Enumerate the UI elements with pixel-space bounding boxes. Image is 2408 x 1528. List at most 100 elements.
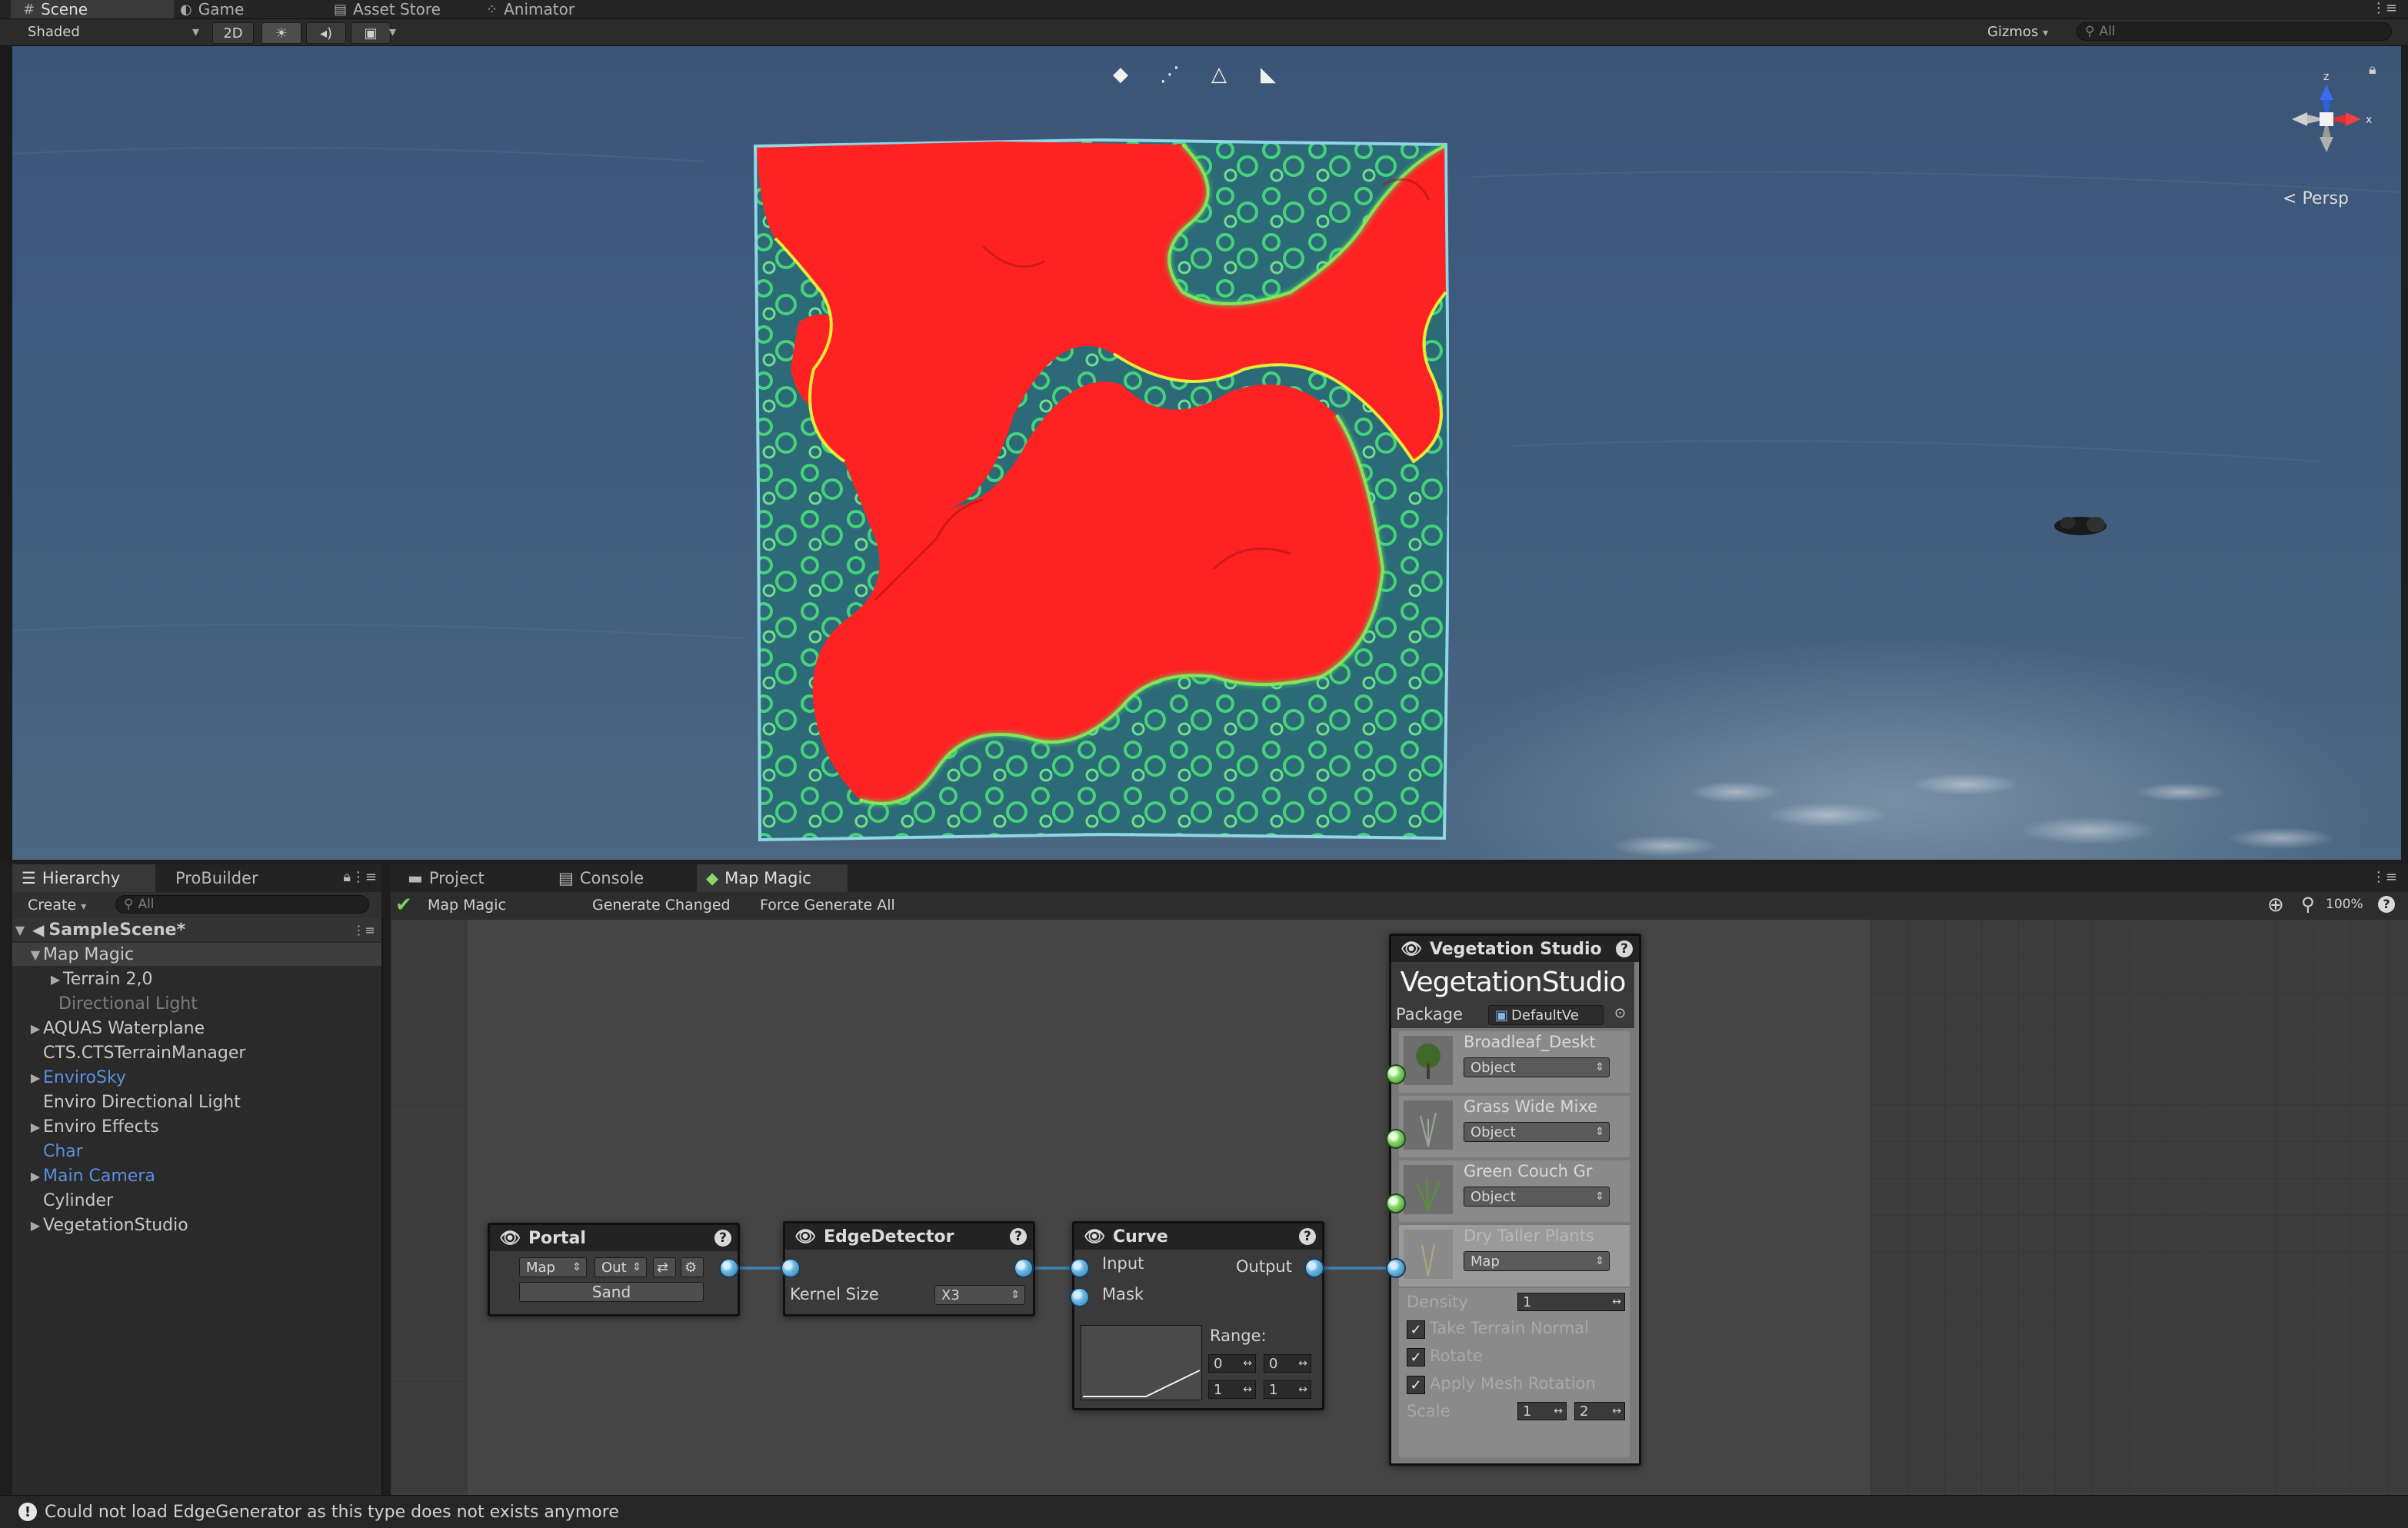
expand-triangle-icon[interactable]: ▼ [28,947,43,962]
hierarchy-item-terrain[interactable]: ▶ Terrain 2,0 [12,967,381,990]
rotate-checkbox[interactable]: ✓ [1407,1348,1425,1367]
tab-menu-icon[interactable]: ⋮≡ [2372,0,2397,16]
range-min-x-field[interactable]: 0 ↔ [1208,1354,1256,1373]
hierarchy-item-char[interactable]: ▶ Char [12,1140,381,1163]
shading-mode-dropdown[interactable]: Shaded [28,24,80,40]
effects-chevron-icon[interactable]: ▾ [389,24,396,40]
veg-item-mode-dropdown[interactable]: Map ⇕ [1464,1251,1610,1271]
veg-item-broadleaf[interactable]: Broadleaf_Deskt Object ⇕ [1399,1031,1630,1093]
edge-icon[interactable]: △ [1206,62,1232,88]
projection-toggle[interactable]: < Persp [2283,189,2349,208]
portal-name-button[interactable]: Sand [519,1282,704,1302]
edge-detector-output-port[interactable] [1014,1258,1034,1278]
hierarchy-item-map-magic[interactable]: ▼ Map Magic [12,943,381,966]
panel-menu-icon[interactable]: ⋮≡ [2372,869,2397,885]
edge-detector-input-port[interactable] [781,1258,801,1278]
range-max-y-field[interactable]: 1 ↔ [1264,1380,1311,1399]
portal-node[interactable]: 👁︎ Portal ? Map ⇕ Out ⇕ ⇄ ⚙ Sand [488,1223,740,1317]
face-icon[interactable]: ◣ [1255,62,1281,88]
veg-item-mode-dropdown[interactable]: Object ⇕ [1464,1122,1610,1142]
veg-item-mode-dropdown[interactable]: Object ⇕ [1464,1187,1610,1207]
tab-console[interactable]: ▤ Console [549,864,653,892]
portal-switch-button[interactable]: ⇄ [653,1257,676,1277]
status-bar[interactable]: ! Could not load EdgeGenerator as this t… [0,1495,2408,1528]
vegetation-studio-node[interactable]: 👁︎ Vegetation Studio ? VegetationStudio … [1389,934,1641,1466]
range-max-x-field[interactable]: 1 ↔ [1208,1380,1256,1399]
veg-item-port-grass-wide[interactable] [1386,1129,1406,1149]
tab-asset-store[interactable]: ▤ Asset Store [334,0,441,18]
curve-node[interactable]: 👁︎ Curve ? Input Output Mask Range: 0 ↔ … [1072,1221,1324,1410]
hierarchy-item-enviro-directional-light[interactable]: ▶ Enviro Directional Light [12,1090,381,1114]
eye-icon[interactable]: 👁︎ [499,1229,521,1248]
kernel-size-dropdown[interactable]: X3 ⇕ [934,1285,1025,1305]
veg-item-grass-wide[interactable]: Grass Wide Mixe Object ⇕ [1399,1096,1630,1157]
portal-node-header[interactable]: 👁︎ Portal [490,1225,738,1251]
curve-input-port[interactable] [1070,1258,1090,1278]
node-graph-grid[interactable] [1870,920,2408,1495]
effects-toggle-button[interactable]: ▣ [351,22,391,44]
help-icon[interactable]: ? [1299,1228,1316,1245]
gizmos-dropdown[interactable]: Gizmos ▾ [1987,24,2048,40]
zoom-icon[interactable]: ⚲ [2301,894,2315,915]
curve-output-port[interactable] [1304,1258,1324,1278]
portal-settings-button[interactable]: ⚙ [681,1257,704,1277]
tab-game[interactable]: ◐ Game [180,0,244,18]
vertex-icon[interactable]: ⋰ [1157,62,1183,88]
package-field[interactable]: ▣ DefaultVe [1488,1005,1604,1025]
veg-item-green-couch[interactable]: Green Couch Gr Object ⇕ [1399,1160,1630,1222]
tab-project[interactable]: ▬ Project [398,864,494,892]
scene-viewport[interactable]: ◆ ⋰ △ ◣ z x 🔒︎ < Persp [12,46,2401,860]
tab-hierarchy[interactable]: ☰ Hierarchy [12,864,155,892]
range-min-y-field[interactable]: 0 ↔ [1264,1354,1311,1373]
object-picker-icon[interactable]: ⊙ [1614,1005,1626,1021]
audio-toggle-button[interactable]: ◂) [306,22,346,44]
scene-menu-icon[interactable]: ⋮≡ [353,923,375,937]
checkmark-icon[interactable]: ✔ [395,894,412,917]
help-icon[interactable]: ? [2378,895,2395,913]
generate-changed-button[interactable]: Generate Changed [592,897,731,914]
collapse-triangle-icon[interactable]: ▶ [28,1021,43,1036]
hierarchy-search-input[interactable]: ⚲ All [115,895,369,914]
apply-mesh-rotation-checkbox[interactable]: ✓ [1407,1376,1425,1394]
veg-item-port-dry-taller[interactable] [1386,1258,1406,1278]
eye-icon[interactable]: 👁︎ [1401,940,1422,959]
density-field[interactable]: 1 ↔ [1517,1293,1625,1311]
curve-node-header[interactable]: 👁︎ Curve [1074,1223,1322,1250]
collapse-triangle-icon[interactable]: ▶ [28,1070,43,1085]
scene-root-row[interactable]: ▼ ◀ SampleScene* ⋮≡ [12,918,381,941]
terrain-mask-preview[interactable] [752,138,1449,844]
portal-type-dropdown[interactable]: Map ⇕ [519,1257,587,1277]
toggle-2d-button[interactable]: 2D [212,22,254,44]
hierarchy-item-envirosky[interactable]: ▶ EnviroSky [12,1066,381,1089]
tab-probuilder[interactable]: ProBuilder [166,864,268,892]
veg-item-mode-dropdown[interactable]: Object ⇕ [1464,1057,1610,1077]
lighting-toggle-button[interactable]: ☀ [261,22,301,44]
veg-item-port-broadleaf[interactable] [1386,1064,1406,1084]
collapse-triangle-icon[interactable]: ▶ [48,972,63,987]
curve-mask-port[interactable] [1070,1287,1090,1307]
camera-object[interactable] [2050,509,2111,540]
create-dropdown[interactable]: Create ▾ [28,897,86,914]
vegetation-studio-header[interactable]: 👁︎ Vegetation Studio [1391,936,1639,962]
lock-icon[interactable]: 🔒︎ [343,869,351,885]
collapse-triangle-icon[interactable]: ▶ [28,1120,43,1134]
crosshair-icon[interactable]: ⊕ [2267,894,2284,917]
help-icon[interactable]: ? [1010,1228,1027,1245]
collapse-triangle-icon[interactable]: ▶ [28,1218,43,1233]
scale-max-field[interactable]: 2 ↔ [1574,1402,1625,1420]
take-terrain-normal-checkbox[interactable]: ✓ [1407,1320,1425,1339]
help-icon[interactable]: ? [1616,940,1633,957]
curve-preview[interactable] [1081,1325,1202,1400]
tab-scene[interactable]: # Scene [11,0,174,18]
hierarchy-item-aquas[interactable]: ▶ AQUAS Waterplane [12,1017,381,1040]
hierarchy-item-enviro-effects[interactable]: ▶ Enviro Effects [12,1115,381,1138]
portal-output-port[interactable] [719,1258,739,1278]
tab-animator[interactable]: ⁘ Animator [486,0,575,18]
expand-triangle-icon[interactable]: ▼ [12,923,28,937]
hierarchy-item-cylinder[interactable]: ▶ Cylinder [12,1189,381,1212]
eye-icon[interactable]: 👁︎ [1084,1227,1105,1247]
cube-icon[interactable]: ◆ [1107,62,1134,88]
edge-detector-header[interactable]: 👁︎ EdgeDetector [785,1223,1033,1250]
lock-icon[interactable]: 🔒︎ [2369,62,2376,78]
hierarchy-item-main-camera[interactable]: ▶ Main Camera [12,1164,381,1187]
